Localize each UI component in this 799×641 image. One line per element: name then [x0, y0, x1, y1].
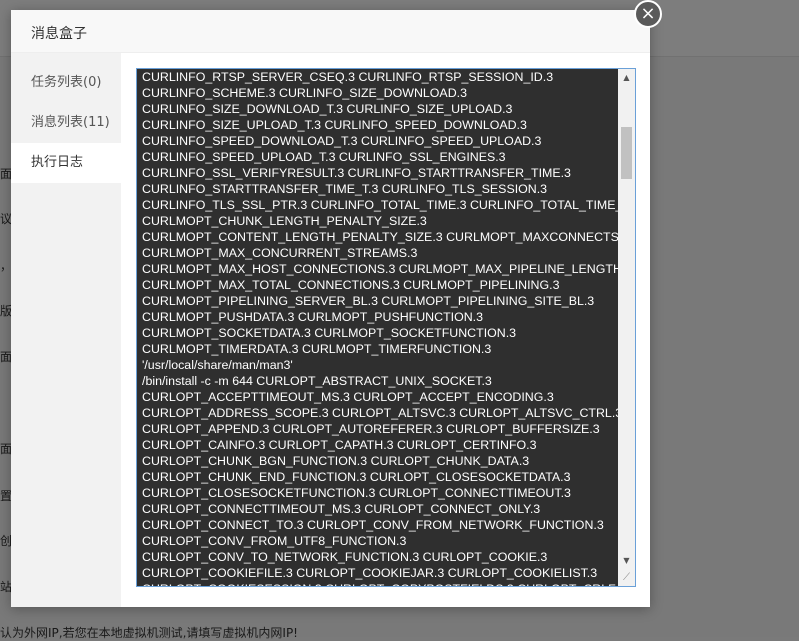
log-line: CURLINFO_SPEED_UPLOAD_T.3 CURLINFO_SSL_E…: [142, 150, 506, 164]
log-content: CURLINFO_RTSP_SERVER_CSEQ.3 CURLINFO_RTS…: [137, 69, 618, 586]
log-line: CURLOPT_CONNECT_TO.3 CURLOPT_CONV_FROM_N…: [142, 518, 604, 532]
log-line: CURLMOPT_PUSHDATA.3 CURLMOPT_PUSHFUNCTIO…: [142, 310, 484, 324]
log-line: CURLMOPT_TIMERDATA.3 CURLMOPT_TIMERFUNCT…: [142, 342, 492, 356]
log-line: CURLINFO_SCHEME.3 CURLINFO_SIZE_DOWNLOAD…: [142, 86, 467, 100]
log-line: CURLINFO_STARTTRANSFER_TIME_T.3 CURLINFO…: [142, 182, 548, 196]
scroll-down-arrow-icon[interactable]: ▼: [618, 552, 635, 569]
log-line: CURLOPT_ADDRESS_SCOPE.3 CURLOPT_ALTSVC.3…: [142, 406, 618, 420]
scroll-up-arrow-icon[interactable]: ▲: [618, 69, 635, 86]
log-line: CURLINFO_SSL_VERIFYRESULT.3 CURLINFO_STA…: [142, 166, 571, 180]
log-line: CURLINFO_RTSP_SERVER_CSEQ.3 CURLINFO_RTS…: [142, 70, 554, 84]
log-line: CURLOPT_CONNECTTIMEOUT_MS.3 CURLOPT_CONN…: [142, 502, 541, 516]
log-line: CURLINFO_SIZE_DOWNLOAD_T.3 CURLINFO_SIZE…: [142, 102, 513, 116]
dialog-sidebar: 任务列表(0) 消息列表(11) 执行日志: [11, 53, 121, 607]
log-line: CURLMOPT_SOCKETDATA.3 CURLMOPT_SOCKETFUN…: [142, 326, 517, 340]
tab-task-list[interactable]: 任务列表(0): [11, 63, 121, 103]
log-line: CURLOPT_CHUNK_END_FUNCTION.3 CURLOPT_CLO…: [142, 470, 571, 484]
log-line: CURLINFO_TLS_SSL_PTR.3 CURLINFO_TOTAL_TI…: [142, 198, 618, 212]
dialog-header: 消息盒子: [11, 10, 650, 53]
log-line: CURLOPT_CHUNK_BGN_FUNCTION.3 CURLOPT_CHU…: [142, 454, 530, 468]
log-line: CURLINFO_SPEED_DOWNLOAD_T.3 CURLINFO_SPE…: [142, 134, 542, 148]
tab-message-list[interactable]: 消息列表(11): [11, 103, 121, 143]
resize-grip-icon[interactable]: ⟋: [618, 569, 635, 586]
log-lines: CURLINFO_RTSP_SERVER_CSEQ.3 CURLINFO_RTS…: [142, 69, 618, 586]
log-line: CURLOPT_CONV_FROM_UTF8_FUNCTION.3: [142, 534, 407, 548]
log-line: CURLMOPT_CHUNK_LENGTH_PENALTY_SIZE.3: [142, 214, 427, 228]
log-line: CURLMOPT_PIPELINING_SERVER_BL.3 CURLMOPT…: [142, 294, 595, 308]
log-line: CURLMOPT_CONTENT_LENGTH_PENALTY_SIZE.3 C…: [142, 230, 618, 244]
log-line: CURLOPT_COOKIESESSION.3 CURLOPT_COPYPOST…: [142, 581, 618, 586]
log-scrollbar[interactable]: ▲ ▼: [618, 69, 635, 586]
log-line: CURLOPT_CONV_TO_NETWORK_FUNCTION.3 CURLO…: [142, 550, 548, 564]
log-line: CURLMOPT_MAX_CONCURRENT_STREAMS.3: [142, 246, 418, 260]
log-line: '/usr/local/share/man/man3': [142, 358, 293, 372]
dialog-title: 消息盒子: [31, 26, 87, 42]
log-line: CURLOPT_ACCEPTTIMEOUT_MS.3 CURLOPT_ACCEP…: [142, 390, 554, 404]
scroll-thumb[interactable]: [621, 127, 632, 179]
log-line: CURLOPT_COOKIEFILE.3 CURLOPT_COOKIEJAR.3…: [142, 566, 598, 580]
log-line: /bin/install -c -m 644 CURLOPT_ABSTRACT_…: [142, 374, 492, 388]
log-line: CURLMOPT_MAX_HOST_CONNECTIONS.3 CURLMOPT…: [142, 262, 618, 276]
log-line: CURLINFO_SIZE_UPLOAD_T.3 CURLINFO_SPEED_…: [142, 118, 527, 132]
message-box-dialog: 消息盒子 任务列表(0) 消息列表(11) 执行日志 CURLINFO_RTSP…: [11, 10, 650, 607]
log-line: CURLMOPT_MAX_TOTAL_CONNECTIONS.3 CURLMOP…: [142, 278, 560, 292]
execution-log-textarea[interactable]: CURLINFO_RTSP_SERVER_CSEQ.3 CURLINFO_RTS…: [136, 68, 636, 587]
log-line: CURLOPT_APPEND.3 CURLOPT_AUTOREFERER.3 C…: [142, 422, 600, 436]
log-line: CURLOPT_CLOSESOCKETFUNCTION.3 CURLOPT_CO…: [142, 486, 571, 500]
log-line: CURLOPT_CAINFO.3 CURLOPT_CAPATH.3 CURLOP…: [142, 438, 537, 452]
tab-execution-log[interactable]: 执行日志: [11, 143, 121, 183]
close-icon[interactable]: ×: [634, 0, 662, 28]
